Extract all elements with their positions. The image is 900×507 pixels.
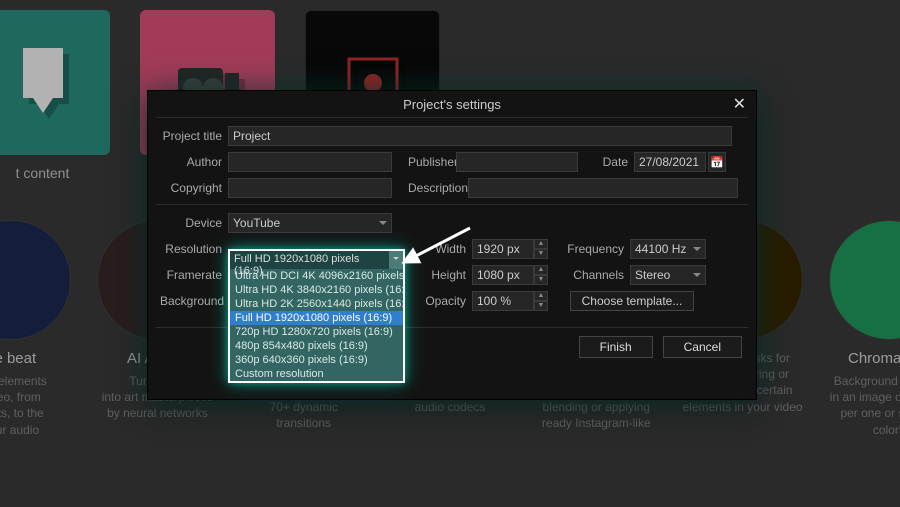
feature-title: he beat [0,350,72,367]
dialog-title: Project's settings [403,97,501,112]
label-frequency: Frequency [564,242,630,256]
publisher-input[interactable] [456,152,578,172]
height-input[interactable] [472,265,534,285]
date-input[interactable] [634,152,706,172]
label-copyright: Copyright [160,181,228,195]
project-settings-dialog: Project's settings ✕ Project title Autho… [147,90,757,400]
width-spin-up[interactable]: ▲ [534,239,548,249]
height-spin-down[interactable]: ▼ [534,275,548,285]
feature-title: Chroma-key [828,350,900,367]
height-spin-up[interactable]: ▲ [534,265,548,275]
feature-desc: Background removalin an image or a video… [828,373,900,438]
channels-select[interactable] [630,265,706,285]
resolution-input[interactable]: Full HD 1920x1080 pixels (16:9) [230,251,389,269]
resolution-option[interactable]: Ultra HD 4K 3840x2160 pixels (16:9) [230,283,403,297]
resolution-option[interactable]: 720p HD 1280x720 pixels (16:9) [230,325,403,339]
project-title-input[interactable] [228,126,732,146]
description-input[interactable] [468,178,738,198]
resolution-option[interactable]: Ultra HD 2K 2560x1440 pixels (16:9) [230,297,403,311]
device-select[interactable] [228,213,392,233]
finish-button[interactable]: Finish [579,336,653,358]
frequency-select[interactable] [630,239,706,259]
cancel-button[interactable]: Cancel [663,336,742,358]
author-input[interactable] [228,152,392,172]
label-background: Background [160,294,228,308]
choose-template-button[interactable]: Choose template... [570,291,694,311]
calendar-icon[interactable]: 📅 [708,152,726,172]
resolution-option[interactable]: Custom resolution [230,367,403,381]
copyright-input[interactable] [228,178,392,198]
opacity-spin-up[interactable]: ▲ [534,291,548,301]
label-width: Width [410,242,472,256]
resolution-dropdown-open[interactable]: Full HD 1920x1080 pixels (16:9) Ultra HD… [228,249,405,383]
label-framerate: Framerate [160,268,228,282]
feature-card[interactable]: Chroma-key Background removalin an image … [828,220,900,438]
resolution-option[interactable]: Full HD 1920x1080 pixels (16:9) [230,311,403,325]
opacity-spin-down[interactable]: ▼ [534,301,548,311]
close-icon[interactable]: ✕ [729,94,750,114]
feature-card[interactable]: he beat any elementsvideo, fromffects, to… [0,220,72,438]
label-opacity: Opacity [410,294,472,308]
label-project-title: Project title [160,129,228,143]
label-height: Height [410,268,472,282]
label-resolution: Resolution [160,242,228,256]
label-description: Description [408,181,468,195]
label-device: Device [160,216,228,230]
label-channels: Channels [564,268,630,282]
tile-import[interactable]: t content [0,10,110,155]
opacity-input[interactable] [472,291,534,311]
width-spin-down[interactable]: ▼ [534,249,548,259]
chevron-down-icon[interactable] [389,251,403,269]
tile-label: t content [0,165,113,181]
label-date: Date [594,155,634,169]
resolution-option[interactable]: Ultra HD DCI 4K 4096x2160 pixels (18 [230,269,403,283]
resolution-option[interactable]: 480p 854x480 pixels (16:9) [230,339,403,353]
width-input[interactable] [472,239,534,259]
label-publisher: Publisher [408,155,456,169]
label-author: Author [160,155,228,169]
resolution-option[interactable]: 360p 640x360 pixels (16:9) [230,353,403,367]
feature-desc: any elementsvideo, fromffects, to theyou… [0,373,72,438]
